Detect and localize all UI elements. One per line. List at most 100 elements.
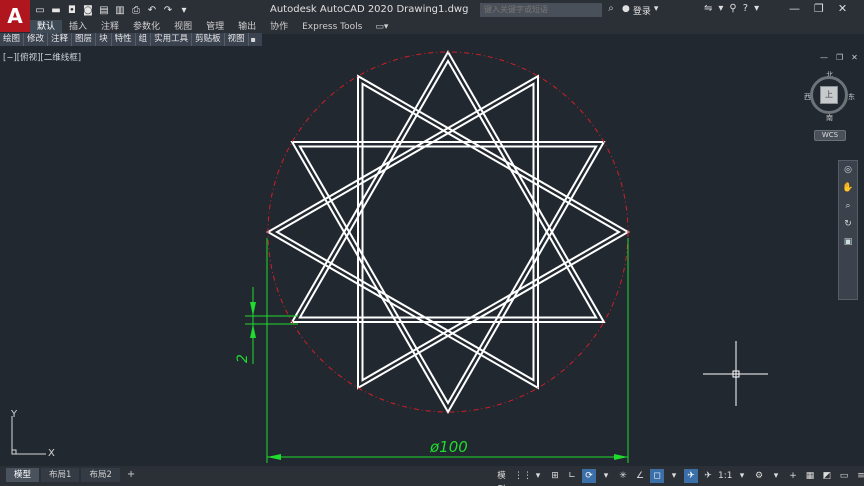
window-controls: — ❐ ✕ — [789, 2, 847, 15]
add-layout-button[interactable]: + — [122, 468, 140, 482]
plus-icon[interactable]: + — [786, 469, 800, 483]
isolate-objects-icon[interactable]: ▦ — [803, 469, 817, 483]
help-icon[interactable]: ? — [743, 3, 748, 14]
save-web-icon[interactable]: ▥ — [113, 3, 127, 17]
minimize-icon[interactable]: — — [789, 2, 800, 15]
tab-express-tools[interactable]: Express Tools — [295, 20, 369, 34]
star-triangle-outer — [266, 74, 539, 390]
viewcube-top-face[interactable]: 上 — [820, 86, 838, 104]
tab-output[interactable]: 输出 — [231, 20, 263, 34]
panel-block[interactable]: 块 — [96, 33, 112, 46]
save-as-icon[interactable]: ◙ — [81, 3, 95, 17]
chevron-down-icon[interactable]: ▾ — [754, 3, 759, 14]
restore-icon[interactable]: ❐ — [814, 2, 824, 15]
undo-icon[interactable]: ↶ — [145, 3, 159, 17]
panel-annotation[interactable]: 注释 — [48, 33, 73, 46]
close-icon[interactable]: ✕ — [851, 53, 858, 62]
restore-icon[interactable]: ❐ — [836, 53, 843, 62]
viewport-controls-label[interactable]: [−][俯视][二维线框] — [3, 51, 81, 63]
minimize-icon[interactable]: — — [820, 53, 828, 62]
tab-view[interactable]: 视图 — [167, 20, 199, 34]
viewcube-east[interactable]: 东 — [848, 92, 855, 102]
open-web-icon[interactable]: ▤ — [97, 3, 111, 17]
annotation-visibility-icon[interactable]: ✈ — [684, 469, 698, 483]
tab-layout2[interactable]: 布局2 — [81, 468, 120, 482]
chevron-down-icon[interactable]: ▾ — [599, 469, 613, 483]
user-icon: ● — [622, 4, 630, 14]
wcs-menu-button[interactable]: WCS — [814, 130, 846, 141]
width-dimension-text: 2 — [235, 354, 251, 363]
panel-layers[interactable]: 图层 — [72, 33, 97, 46]
annotation-scale-label[interactable]: 1:1 — [718, 469, 732, 483]
status-bar: 模型 布局1 布局2 + 模型 ⋮⋮ ▾ ⊞ ∟ ⟳ ▾ ✳ ∠ ◻ ▾ ✈ ✈… — [0, 466, 864, 486]
star-triangle-outer — [290, 50, 606, 323]
customization-icon[interactable]: ≡ — [854, 469, 864, 483]
tab-insert[interactable]: 插入 — [62, 20, 94, 34]
width-arrow-top — [250, 302, 256, 316]
save-icon[interactable]: ◘ — [65, 3, 79, 17]
search-icon[interactable]: ⌕ — [604, 3, 618, 17]
object-snap-icon[interactable]: ◻ — [650, 469, 664, 483]
workspace-gear-icon[interactable]: ⚙ — [752, 469, 766, 483]
store-icon[interactable]: ⇋ — [704, 3, 712, 14]
login-button[interactable]: ● 登录 ▾ — [622, 4, 658, 17]
star-triangle-inner — [298, 59, 598, 319]
layout-tabs: 模型 布局1 布局2 + — [6, 468, 140, 482]
tab-layout1[interactable]: 布局1 — [41, 468, 80, 482]
login-label: 登录 — [632, 7, 651, 17]
panel-draw[interactable]: 绘图 — [0, 33, 25, 46]
tab-model[interactable]: 模型 — [6, 468, 40, 482]
application-menu-button[interactable]: A — [0, 0, 30, 32]
ribbon-display-toggle[interactable]: ▭▾ — [369, 20, 394, 34]
panel-expand-icon[interactable]: ▪ — [249, 33, 258, 46]
panel-groups[interactable]: 组 — [136, 33, 152, 46]
tab-parametric[interactable]: 参数化 — [126, 20, 167, 34]
object-snap-tracking-icon[interactable]: ∠ — [633, 469, 647, 483]
width-arrow-bottom — [250, 324, 256, 338]
user-icon[interactable]: ⚲ — [729, 3, 736, 14]
steering-wheel-icon[interactable]: ◎ — [844, 165, 852, 175]
showmotion-icon[interactable]: ▣ — [844, 237, 853, 247]
chevron-down-icon[interactable]: ▾ — [667, 469, 681, 483]
tab-annotate[interactable]: 注释 — [94, 20, 126, 34]
status-tools: 模型 ⋮⋮ ▾ ⊞ ∟ ⟳ ▾ ✳ ∠ ◻ ▾ ✈ ✈ 1:1 ▾ ⚙ ▾ + … — [492, 469, 864, 486]
customize-icon[interactable]: ▾ — [177, 3, 191, 17]
quick-access-toolbar: ▭ ▬ ◘ ◙ ▤ ▥ ⎙ ↶ ↷ ▾ — [33, 3, 191, 17]
panel-view[interactable]: 视图 — [225, 33, 249, 46]
model-space-button[interactable]: 模型 — [492, 469, 511, 486]
viewcube-south[interactable]: 南 — [826, 113, 833, 123]
chevron-down-icon[interactable]: ▾ — [531, 469, 545, 483]
tab-collaborate[interactable]: 协作 — [263, 20, 295, 34]
ortho-icon[interactable]: ∟ — [565, 469, 579, 483]
star-triangle-outer — [357, 74, 630, 390]
polar-tracking-icon[interactable]: ⟳ — [582, 469, 596, 483]
pan-icon[interactable]: ✋ — [842, 183, 853, 193]
viewcube[interactable]: 北 西 东 南 上 WCS — [804, 70, 856, 142]
snap-icon[interactable]: ⊞ — [548, 469, 562, 483]
chevron-down-icon[interactable]: ▾ — [718, 3, 723, 14]
open-icon[interactable]: ▬ — [49, 3, 63, 17]
chevron-down-icon[interactable]: ▾ — [769, 469, 783, 483]
drawing-canvas[interactable]: ø100 2 — [0, 46, 864, 466]
panel-utilities[interactable]: 实用工具 — [151, 33, 193, 46]
close-icon[interactable]: ✕ — [838, 2, 847, 15]
isodraft-icon[interactable]: ✳ — [616, 469, 630, 483]
annotation-scale-icon[interactable]: ✈ — [701, 469, 715, 483]
tab-default[interactable]: 默认 — [30, 20, 63, 34]
panel-clipboard[interactable]: 剪贴板 — [192, 33, 225, 46]
clean-screen-icon[interactable]: ▭ — [837, 469, 851, 483]
redo-icon[interactable]: ↷ — [161, 3, 175, 17]
zoom-icon[interactable]: ⌕ — [845, 201, 850, 211]
orbit-icon[interactable]: ↻ — [844, 219, 852, 229]
grid-icon[interactable]: ⋮⋮ — [514, 469, 532, 483]
ucs-icon: Y X — [10, 409, 55, 459]
search-input[interactable] — [480, 3, 602, 17]
chevron-down-icon: ▾ — [653, 4, 659, 14]
panel-modify[interactable]: 修改 — [24, 33, 49, 46]
new-icon[interactable]: ▭ — [33, 3, 47, 17]
chevron-down-icon[interactable]: ▾ — [735, 469, 749, 483]
plot-icon[interactable]: ⎙ — [129, 3, 143, 17]
hardware-acceleration-icon[interactable]: ◩ — [820, 469, 834, 483]
tab-manage[interactable]: 管理 — [199, 20, 231, 34]
panel-properties[interactable]: 特性 — [112, 33, 136, 46]
